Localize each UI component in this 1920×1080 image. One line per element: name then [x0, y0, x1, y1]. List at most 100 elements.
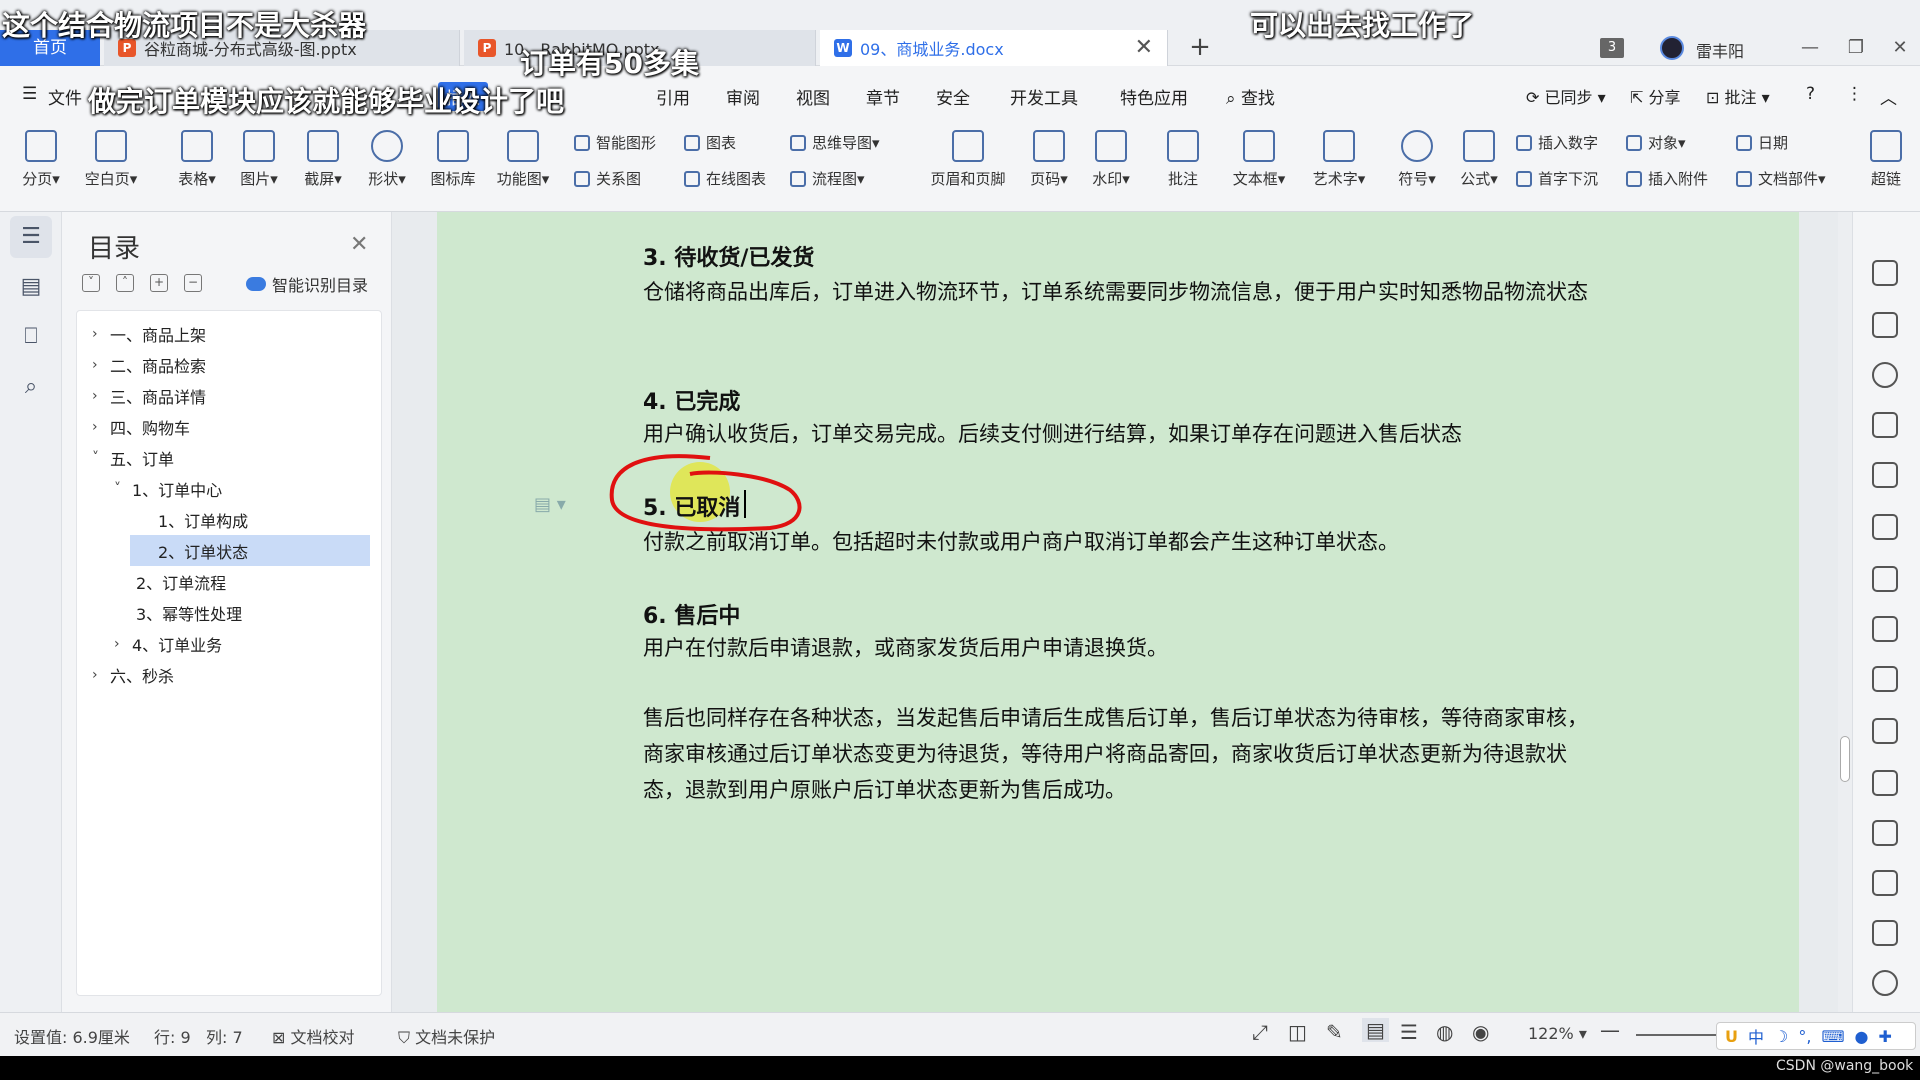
gallery-icon[interactable]: [1872, 920, 1898, 946]
toc-item[interactable]: › 四、购物车: [92, 411, 392, 442]
minimize-icon[interactable]: —: [1790, 30, 1830, 66]
page-view-icon[interactable]: ▤: [1362, 1018, 1389, 1042]
comment-button[interactable]: 批注: [1152, 126, 1214, 196]
image-side-icon[interactable]: [1872, 718, 1898, 744]
fullscreen-icon[interactable]: ⤢: [1252, 1020, 1268, 1044]
menu-features[interactable]: 特色应用: [1120, 84, 1188, 109]
toc-item[interactable]: ˅ 五、订单: [92, 442, 392, 473]
func-chart-button[interactable]: 功能图▾: [492, 126, 554, 196]
scroll-thumb[interactable]: [1840, 736, 1850, 782]
textbox-button[interactable]: 文本框▾: [1228, 126, 1290, 196]
toc-item[interactable]: › 六、秒杀: [92, 659, 392, 690]
blank-page-button[interactable]: 空白页▾: [80, 126, 142, 196]
location-icon[interactable]: [1872, 362, 1898, 388]
help-icon[interactable]: ?: [1806, 84, 1815, 104]
collapse-all-icon[interactable]: ˅: [82, 274, 100, 292]
wordart-button[interactable]: 艺术字▾: [1308, 126, 1370, 196]
search-menu[interactable]: ⌕ 查找: [1226, 84, 1275, 109]
chart-side-icon[interactable]: [1872, 616, 1898, 642]
annotate-menu[interactable]: ⊡ 批注 ▾: [1706, 84, 1770, 108]
menu-review[interactable]: 审阅: [726, 84, 760, 109]
shape-button[interactable]: 形状▾: [356, 126, 418, 196]
chart-button[interactable]: 图表: [684, 132, 736, 153]
flowchart-button[interactable]: 流程图 ▾: [790, 168, 865, 189]
window-count-badge[interactable]: 3: [1600, 38, 1624, 58]
icon-lib-button[interactable]: 图标库: [422, 126, 484, 196]
insert-number-button[interactable]: 插入数字: [1516, 132, 1598, 153]
web-view-icon[interactable]: ◍: [1436, 1020, 1453, 1044]
page-break-button[interactable]: 分页▾: [10, 126, 72, 196]
screenshot-button[interactable]: 截屏▾: [292, 126, 354, 196]
outline-view-icon[interactable]: ☰: [1400, 1020, 1418, 1044]
style-icon[interactable]: [1872, 462, 1898, 488]
remove-level-icon[interactable]: −: [184, 274, 202, 292]
settings-icon[interactable]: [1872, 666, 1898, 692]
moon-icon[interactable]: ☽: [1774, 1027, 1788, 1046]
new-tab-button[interactable]: +: [1180, 30, 1220, 66]
object-button[interactable]: 对象 ▾: [1626, 132, 1686, 153]
window-close-icon[interactable]: ✕: [1880, 30, 1920, 66]
menu-view[interactable]: 视图: [796, 84, 830, 109]
eye-care-icon[interactable]: ◉: [1472, 1020, 1489, 1044]
menu-chapter[interactable]: 章节: [866, 84, 900, 109]
export-icon[interactable]: [1872, 770, 1898, 796]
sync-status[interactable]: ⟳ 已同步 ▾: [1526, 84, 1606, 108]
expand-up-icon[interactable]: ˄: [116, 274, 134, 292]
user-icon[interactable]: ●: [1855, 1027, 1869, 1046]
shield-icon[interactable]: [1872, 970, 1898, 996]
toc-item[interactable]: ˅ 1、订单中心: [114, 473, 414, 504]
header-footer-button[interactable]: 页眉和页脚: [920, 126, 1016, 196]
menu-security[interactable]: 安全: [936, 84, 970, 109]
toc-item[interactable]: › 4、订单业务: [114, 628, 414, 659]
proofread-button[interactable]: ⊠ 文档校对: [272, 1024, 355, 1048]
shapes-icon[interactable]: [1872, 412, 1898, 438]
username[interactable]: 雷丰阳: [1696, 38, 1744, 62]
smart-toc-button[interactable]: 智能识别目录: [246, 272, 368, 296]
write-mode-icon[interactable]: ✎: [1326, 1020, 1343, 1044]
share-button[interactable]: ⇱ 分享: [1630, 84, 1681, 108]
formula-button[interactable]: 公式▾: [1448, 126, 1510, 196]
hamburger-icon[interactable]: ☰: [22, 84, 37, 104]
keyboard-icon[interactable]: ⌨: [1821, 1027, 1844, 1046]
select-icon[interactable]: [1872, 312, 1898, 338]
ime-lang[interactable]: 中: [1748, 1024, 1764, 1048]
toc-item[interactable]: › 二、商品检索: [92, 349, 392, 380]
archive-icon[interactable]: [1872, 870, 1898, 896]
protect-status[interactable]: ⛉ 文档未保护: [398, 1024, 495, 1048]
mindmap-button[interactable]: 思维导图 ▾: [790, 132, 880, 153]
zoom-out-icon[interactable]: —: [1600, 1018, 1620, 1042]
date-button[interactable]: 日期: [1736, 132, 1788, 153]
punct-icon[interactable]: °,: [1798, 1027, 1811, 1046]
online-chart-button[interactable]: 在线图表: [684, 168, 766, 189]
menu-reference[interactable]: 引用: [656, 84, 690, 109]
read-mode-icon[interactable]: ◫: [1288, 1020, 1307, 1044]
wrench-icon[interactable]: ✚: [1879, 1027, 1892, 1046]
watermark-button[interactable]: 水印▾: [1080, 126, 1142, 196]
picture-button[interactable]: 图片▾: [228, 126, 290, 196]
find-nav-icon[interactable]: ⌕: [10, 366, 52, 408]
more-icon[interactable]: ⋮: [1846, 84, 1863, 104]
zoom-level[interactable]: 122% ▾: [1528, 1024, 1587, 1043]
smart-shape-button[interactable]: 智能图形: [574, 132, 656, 153]
toc-nav-icon[interactable]: ☰: [10, 216, 52, 258]
document-page[interactable]: [437, 212, 1799, 1012]
grid-icon[interactable]: [1872, 566, 1898, 592]
page-nav-icon[interactable]: ▤: [10, 266, 52, 308]
toc-item[interactable]: 2、订单流程: [136, 566, 436, 597]
vertical-scrollbar[interactable]: [1838, 212, 1852, 1012]
drop-cap-button[interactable]: 首字下沉: [1516, 168, 1598, 189]
menu-file[interactable]: 文件: [48, 84, 82, 109]
close-icon[interactable]: ✕: [350, 232, 368, 257]
edit-icon[interactable]: [1872, 260, 1898, 286]
ime-toolbar[interactable]: U 中 ☽ °, ⌨ ● ✚: [1716, 1022, 1916, 1050]
attachment-button[interactable]: 插入附件: [1626, 168, 1708, 189]
relation-button[interactable]: 关系图: [574, 168, 641, 189]
bookmark-icon[interactable]: ⎕: [10, 316, 52, 358]
toc-item[interactable]: › 一、商品上架: [92, 318, 392, 349]
page-num-button[interactable]: 页码▾: [1018, 126, 1080, 196]
toc-item[interactable]: 3、幂等性处理: [136, 597, 436, 628]
restore-icon[interactable]: ❐: [1836, 30, 1876, 66]
table-button[interactable]: 表格▾: [166, 126, 228, 196]
paragraph-handle-icon[interactable]: ▤ ▾: [534, 494, 566, 515]
close-icon[interactable]: ✕: [1135, 30, 1153, 66]
